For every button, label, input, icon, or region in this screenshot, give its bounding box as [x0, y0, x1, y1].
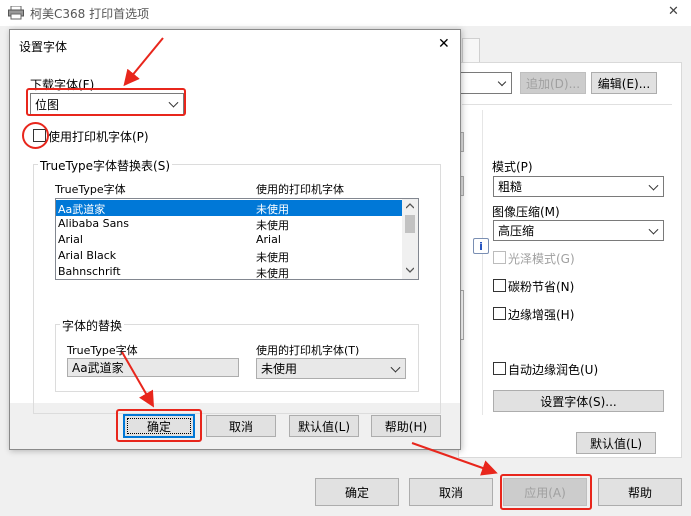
- annotation-arrows: [121, 37, 498, 476]
- arrow-to-download-font: [123, 37, 164, 87]
- arrow-to-dialog-ok: [121, 351, 154, 408]
- arrow-to-apply: [411, 442, 498, 476]
